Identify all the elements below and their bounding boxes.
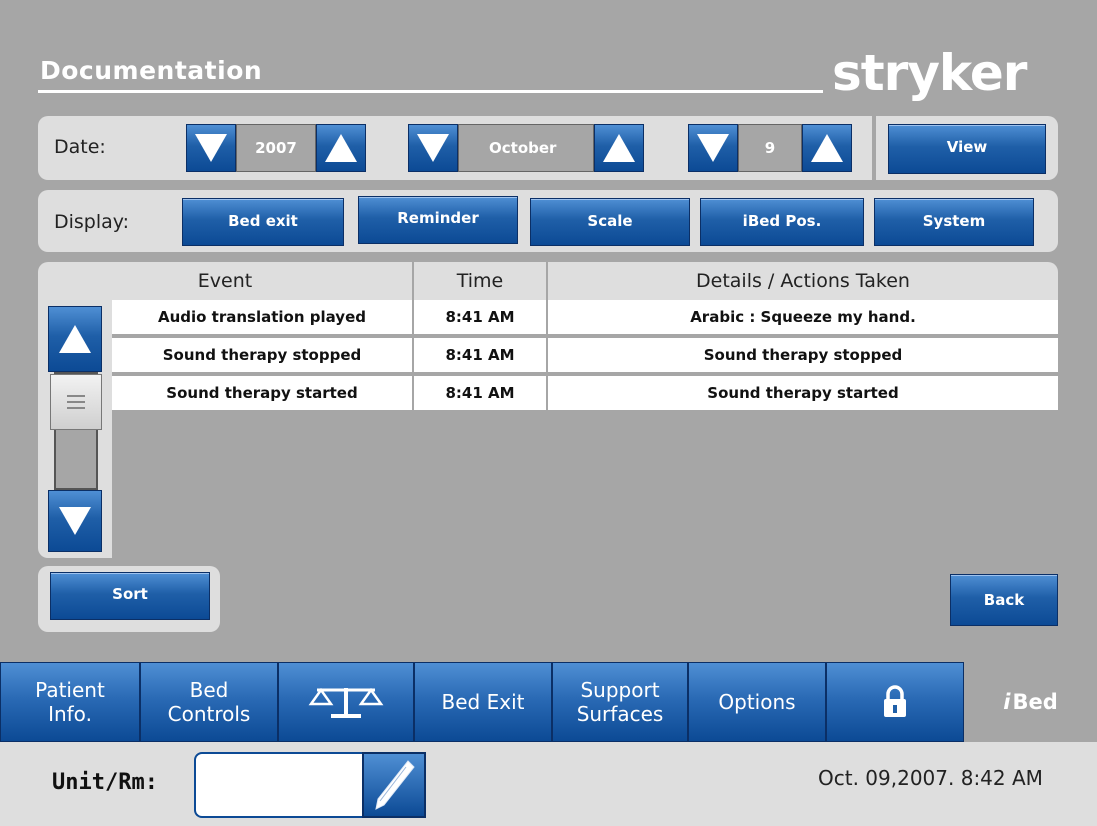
display-label: Display:: [54, 211, 130, 233]
sort-button[interactable]: Sort: [50, 572, 210, 620]
nav-tab-options[interactable]: Options: [688, 662, 826, 742]
time-cell: 8:41 AM: [445, 384, 515, 402]
back-button[interactable]: Back: [950, 574, 1058, 626]
table-row[interactable]: Sound therapy started 8:41 AM Sound ther…: [112, 376, 1058, 412]
details-cell: Sound therapy started: [707, 384, 899, 402]
ibed-pos-filter-button[interactable]: iBed Pos.: [700, 198, 864, 246]
arrow-down-icon: [417, 134, 449, 162]
event-cell: Audio translation played: [157, 308, 366, 326]
scroll-down-button[interactable]: [48, 490, 102, 552]
grip-line: [67, 395, 85, 397]
nav-tab-bed-controls[interactable]: Bed Controls: [140, 662, 278, 742]
unit-room-label: Unit/Rm:: [52, 770, 158, 795]
unit-room-field[interactable]: [194, 752, 364, 818]
edit-unit-button[interactable]: [362, 752, 426, 818]
month-value: October: [458, 124, 594, 172]
column-header-time: Time: [456, 270, 504, 292]
nav-tab-scale[interactable]: [278, 662, 414, 742]
nav-tab-label: Support Surfaces: [576, 678, 664, 726]
details-cell: Sound therapy stopped: [703, 346, 903, 364]
arrow-down-icon: [59, 507, 91, 535]
arrow-down-icon: [195, 134, 227, 162]
brand-logo: stryker: [832, 44, 1027, 102]
title-underline: [38, 90, 823, 93]
scale-filter-button[interactable]: Scale: [530, 198, 690, 246]
table-row[interactable]: Sound therapy stopped 8:41 AM Sound ther…: [112, 338, 1058, 374]
year-down-button[interactable]: [186, 124, 236, 172]
system-filter-button[interactable]: System: [874, 198, 1034, 246]
view-button[interactable]: View: [888, 124, 1046, 174]
nav-tab-lock[interactable]: [826, 662, 964, 742]
page-title: Documentation: [40, 56, 263, 85]
time-cell: 8:41 AM: [445, 346, 515, 364]
arrow-down-icon: [697, 134, 729, 162]
event-cell: Sound therapy stopped: [162, 346, 362, 364]
table-header: Event Time Details / Actions Taken: [38, 262, 1058, 300]
event-cell: Sound therapy started: [166, 384, 358, 402]
column-header-details: Details / Actions Taken: [696, 270, 910, 292]
year-up-button[interactable]: [316, 124, 366, 172]
ibed-logo-i: i: [1003, 690, 1011, 714]
arrow-up-icon: [603, 134, 635, 162]
year-value: 2007: [236, 124, 316, 172]
day-value: 9: [738, 124, 802, 172]
scale-icon: [308, 687, 384, 718]
column-header-event: Event: [197, 270, 253, 292]
bed-exit-filter-button[interactable]: Bed exit: [182, 198, 344, 246]
nav-tab-support-surfaces[interactable]: Support Surfaces: [552, 662, 688, 742]
time-cell: 8:41 AM: [445, 308, 515, 326]
pencil-icon: [375, 760, 415, 810]
nav-tab-patient-info[interactable]: Patient Info.: [0, 662, 140, 742]
details-cell: Arabic : Squeeze my hand.: [690, 308, 916, 326]
arrow-up-icon: [811, 134, 843, 162]
month-up-button[interactable]: [594, 124, 644, 172]
table-row[interactable]: Audio translation played 8:41 AM Arabic …: [112, 300, 1058, 336]
grip-line: [67, 407, 85, 409]
date-label: Date:: [54, 136, 106, 158]
day-down-button[interactable]: [688, 124, 738, 172]
day-up-button[interactable]: [802, 124, 852, 172]
nav-tab-label: Patient Info.: [35, 678, 105, 726]
arrow-up-icon: [325, 134, 357, 162]
grip-line: [67, 401, 85, 403]
date-panel-divider: [872, 116, 876, 180]
nav-tab-label: Bed Controls: [167, 678, 251, 726]
lock-icon: [884, 685, 906, 717]
ibed-logo-text: Bed: [1012, 690, 1058, 714]
current-datetime: Oct. 09,2007. 8:42 AM: [818, 766, 1043, 790]
reminder-filter-button[interactable]: Reminder: [358, 196, 518, 244]
nav-tab-bed-exit[interactable]: Bed Exit: [414, 662, 552, 742]
scroll-up-button[interactable]: [48, 306, 102, 372]
scrollbar-thumb[interactable]: [50, 374, 102, 430]
ibed-logo: i Bed: [964, 662, 1097, 742]
month-down-button[interactable]: [408, 124, 458, 172]
arrow-up-icon: [59, 325, 91, 353]
